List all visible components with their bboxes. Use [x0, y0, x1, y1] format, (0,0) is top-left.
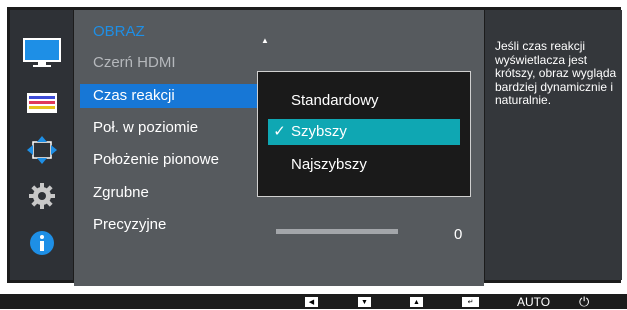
info-icon[interactable]	[22, 228, 62, 258]
enter-button[interactable]: ↵	[462, 297, 479, 307]
gear-icon[interactable]	[22, 181, 62, 211]
menu-item-czern-hdmi[interactable]: Czerń HDMI	[80, 51, 260, 75]
resize-arrows-icon[interactable]	[22, 135, 62, 165]
category-title: OBRAZ	[93, 23, 145, 40]
left-arrow-button[interactable]: ◀	[305, 297, 318, 307]
sidebar	[10, 10, 73, 280]
monitor-icon[interactable]	[22, 38, 62, 68]
response-time-dropdown: Standardowy ✓ Szybszy Najszybszy	[257, 71, 471, 197]
info-text: Jeśli czas reakcji wyświetlacza jest kró…	[495, 39, 617, 107]
menu-item-precyzyjne[interactable]: Precyzyjne	[80, 213, 260, 237]
precyzyjne-slider[interactable]	[276, 229, 398, 234]
option-najszybszy[interactable]: Najszybszy	[268, 152, 460, 178]
menu-item-polozenie-pionowe[interactable]: Położenie pionowe	[80, 148, 260, 172]
option-standardowy[interactable]: Standardowy	[268, 88, 460, 114]
menu-item-czas-reakcji[interactable]: Czas reakcji	[80, 84, 268, 108]
option-label: Standardowy	[291, 92, 379, 109]
down-arrow-button[interactable]: ▼	[358, 297, 371, 307]
option-label: Najszybszy	[291, 156, 367, 173]
checkmark-icon: ✓	[273, 123, 286, 140]
up-arrow-button[interactable]: ▲	[410, 297, 423, 307]
menu-item-pol-w-poziomie[interactable]: Poł. w poziomie	[80, 116, 260, 140]
info-panel: Jeśli czas reakcji wyświetlacza jest kró…	[485, 10, 622, 280]
option-label: Szybszy	[291, 123, 347, 140]
menu-item-zgrubne[interactable]: Zgrubne	[80, 181, 260, 205]
option-szybszy[interactable]: ✓ Szybszy	[268, 119, 460, 145]
scroll-up-icon[interactable]: ▲	[261, 36, 269, 45]
control-bar: ◀ ▼ ▲ ↵ AUTO ⏻	[0, 294, 627, 309]
auto-button[interactable]: AUTO	[517, 295, 550, 309]
power-icon[interactable]: ⏻	[579, 294, 589, 310]
precyzyjne-value: 0	[454, 226, 463, 243]
color-bars-icon[interactable]	[22, 92, 62, 114]
